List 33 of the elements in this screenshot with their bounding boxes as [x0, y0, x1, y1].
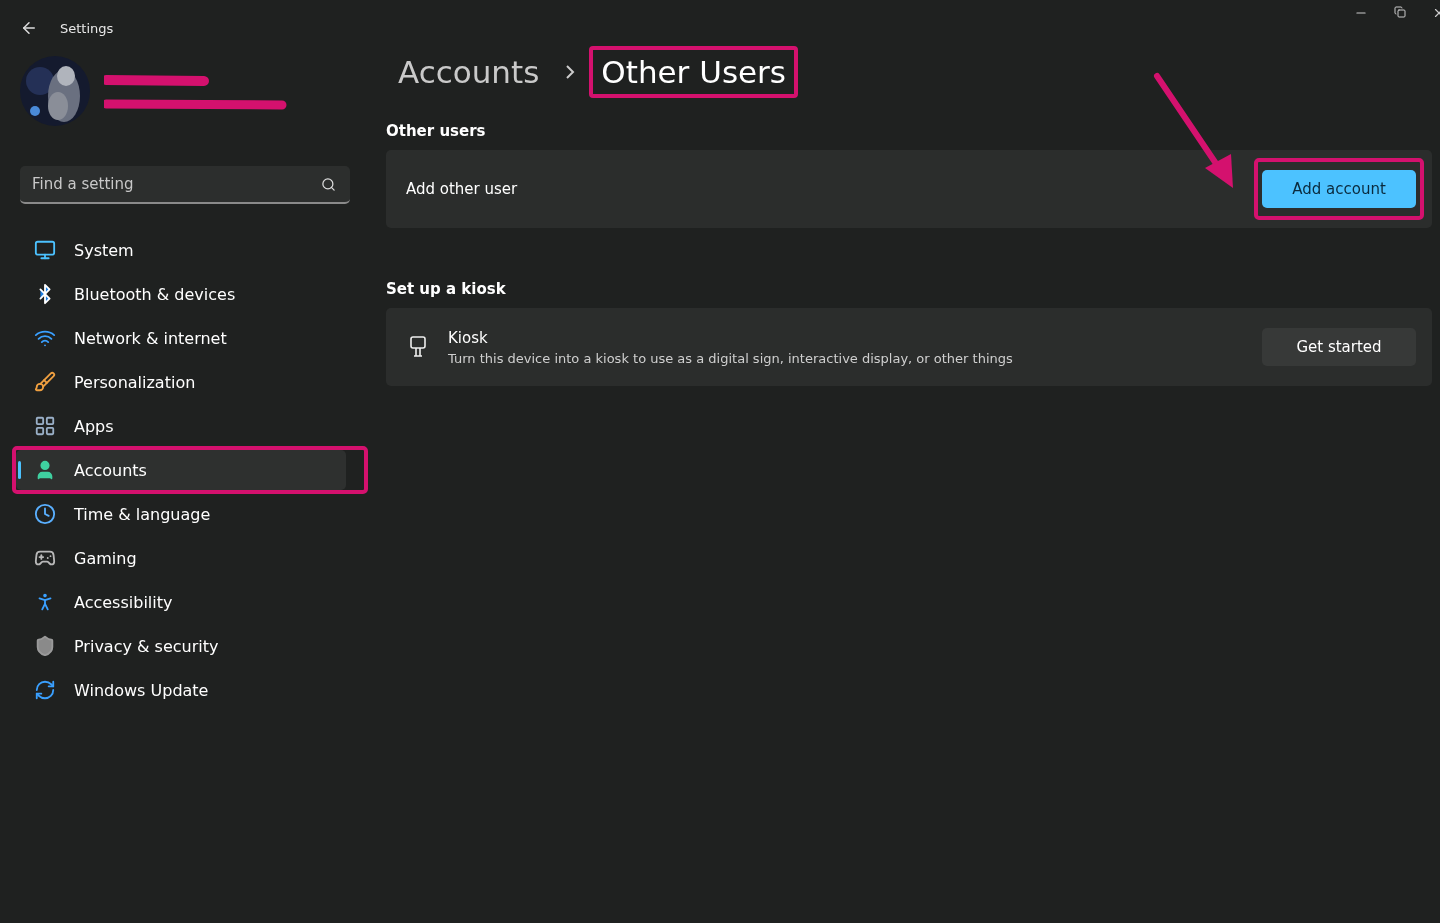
sidebar-item[interactable]: Windows Update — [16, 670, 346, 710]
brush-icon — [34, 371, 56, 393]
sidebar-item[interactable]: Privacy & security — [16, 626, 346, 666]
sidebar-item[interactable]: Bluetooth & devices — [16, 274, 346, 314]
sidebar-item[interactable]: Gaming — [16, 538, 346, 578]
shield-icon — [34, 635, 56, 657]
section-title: Other users — [386, 122, 487, 140]
monitor-icon — [34, 239, 56, 261]
window-title: Settings — [60, 20, 114, 36]
apps-icon — [34, 415, 56, 437]
search-icon — [321, 177, 336, 192]
sidebar-item[interactable]: Network & internet — [16, 318, 346, 358]
back-icon[interactable] — [20, 19, 38, 37]
breadcrumb-item: Other Users — [589, 46, 798, 98]
restore-icon[interactable] — [1394, 6, 1406, 18]
sidebar-item[interactable]: Apps — [16, 406, 346, 446]
sidebar-item[interactable]: System — [16, 230, 346, 270]
action-button[interactable]: Get started — [1262, 328, 1416, 366]
clock-icon — [34, 503, 56, 525]
sidebar-item[interactable]: Accessibility — [16, 582, 346, 622]
sidebar-item[interactable]: Time & language — [16, 494, 346, 534]
sidebar-item[interactable]: Personalization — [16, 362, 346, 402]
breadcrumb-item: Accounts — [397, 53, 541, 92]
update-icon — [34, 679, 56, 701]
section-title: Set up a kiosk — [386, 280, 507, 298]
search-field[interactable]: Find a setting — [20, 166, 350, 204]
card-description: Turn this device into a kiosk to use as a digital sign, interactive display, or other things — [448, 350, 1014, 366]
action-button[interactable]: Add account — [1262, 170, 1416, 208]
selection-indicator — [18, 461, 21, 479]
chevron-icon — [565, 64, 576, 80]
card-label: Add other user — [406, 180, 519, 198]
card-label: Kiosk — [448, 328, 489, 347]
sidebar-item[interactable]: Accounts — [16, 450, 346, 490]
